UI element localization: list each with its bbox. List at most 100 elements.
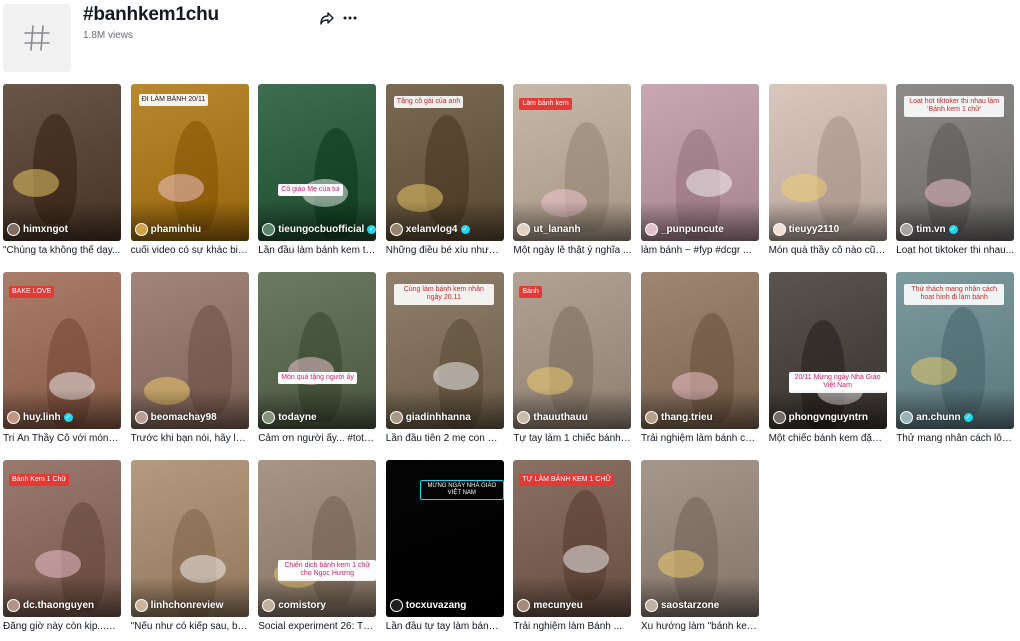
video-author[interactable]: tieungocbuofficial ✓ (262, 223, 377, 236)
video-caption[interactable]: cuối video có sự khác biệ... (131, 245, 249, 256)
video-thumbnail[interactable]: saostarzone (641, 460, 759, 617)
avatar (7, 411, 20, 424)
video-thumbnail[interactable]: Thử thách mang nhân cách hoạt hình đi là… (896, 272, 1015, 429)
video-author[interactable]: mecunyeu (517, 599, 583, 612)
video-caption[interactable]: Trước khi bạn nói, hãy lắn... (131, 433, 249, 444)
video-caption[interactable]: Lần đầu tiên 2 mẹ con Na... (386, 433, 504, 444)
video-caption[interactable]: Loạt hot tiktoker thi nhau... (896, 245, 1014, 256)
video-caption[interactable]: Những điều bé xíu nhưng... (386, 245, 504, 256)
video-author[interactable]: thauuthauu (517, 411, 588, 424)
video-thumbnail[interactable]: Cùng làm bánh kem nhân ngày 20.11 giadinh… (385, 272, 504, 429)
video-caption[interactable]: Thử mang nhân cách lôn... (896, 433, 1014, 444)
avatar (7, 223, 20, 236)
hashtag-icon (24, 25, 50, 51)
verified-badge-icon: ✓ (63, 413, 73, 422)
video-caption[interactable]: Xu hướng làm "bánh kem ... (641, 621, 759, 632)
video-thumbnail[interactable]: tieuyy2110 (768, 84, 887, 241)
video-thumbnail[interactable]: Bánh thauuthauu (513, 272, 632, 429)
video-overlay-text: TỰ LÀM BÁNH KEM 1 CHỮ (519, 474, 615, 487)
video-overlay-text: Thử thách mang nhân cách hoạt hình đi là… (904, 284, 1005, 305)
video-caption[interactable]: Lần đầu làm bánh kem ta... (258, 245, 376, 256)
video-author[interactable]: xelanvlog4 ✓ (389, 223, 470, 236)
video-caption[interactable]: Lần đầu tự tay làm bánh t... (386, 621, 504, 632)
video-thumbnail[interactable]: linhchonreview (130, 460, 249, 617)
hashtag-header: #banhkem1chu 1.8M views (0, 0, 1020, 80)
video-overlay-text: Bánh Kem 1 Chữ (9, 474, 70, 487)
video-thumbnail[interactable]: himxngot (3, 84, 121, 241)
video-thumbnail[interactable]: Cô giáo Mẹ của tui tieungocbuofficial ✓ (258, 84, 377, 241)
video-author[interactable]: tim.vn ✓ (900, 223, 958, 236)
video-author[interactable]: comistory (262, 599, 326, 612)
video-author[interactable]: phongvnguyntrn (772, 411, 869, 424)
share-button[interactable] (317, 8, 337, 28)
verified-badge-icon: ✓ (460, 225, 470, 234)
video-caption[interactable]: "Chúng ta không thể dạy... (3, 245, 121, 256)
video-caption[interactable]: Trải nghiệm làm bánh của... (641, 433, 759, 444)
more-button[interactable] (340, 8, 360, 28)
video-caption[interactable]: Món quà thầy cô nào cũn... (769, 245, 887, 256)
video-caption[interactable]: Đăng giờ này còn kịp...? ... (3, 621, 121, 632)
video-caption[interactable]: Một chiếc bánh kem đặc ... (769, 433, 887, 444)
video-caption[interactable]: Trải nghiệm làm Bánh ... (513, 621, 631, 632)
video-author[interactable]: tocxuvazang (389, 599, 466, 612)
video-author[interactable]: tieuyy2110 (772, 223, 839, 236)
video-caption[interactable]: "Nếu như có kiếp sau, bạ... (131, 621, 249, 632)
video-thumbnail[interactable]: Chiến dịch bánh kem 1 chữ cho Ngọc Hương… (258, 460, 377, 617)
author-username: phongvnguyntrn (788, 412, 869, 423)
verified-badge-icon: ✓ (948, 225, 958, 234)
avatar (645, 223, 658, 236)
video-thumbnail[interactable]: MỪNG NGÀY NHÀ GIÁO VIỆT NAM tocxuvazang (385, 460, 504, 617)
video-author[interactable]: _punpuncute (645, 223, 724, 236)
video-author[interactable]: beomachay98 (134, 411, 217, 424)
video-author[interactable]: thang.trieu (645, 411, 713, 424)
video-thumbnail[interactable]: _punpuncute (641, 84, 759, 241)
author-username: huy.linh (23, 412, 61, 423)
cake-shape (686, 169, 732, 197)
avatar (7, 599, 20, 612)
author-username: thauuthauu (533, 412, 588, 423)
video-author[interactable]: phaminhiu (134, 223, 201, 236)
video-author[interactable]: giadinhhanna (389, 411, 471, 424)
share-icon (320, 12, 334, 25)
avatar (772, 411, 786, 424)
author-username: beomachay98 (150, 412, 217, 423)
video-caption[interactable]: làm bánh ~ #fyp #dcgr ... (641, 245, 759, 256)
video-overlay-text: Cô giáo Mẹ của tui (278, 184, 343, 197)
video-thumbnail[interactable]: Bánh Kem 1 Chữ dc.thaonguyen (3, 460, 121, 617)
video-thumbnail[interactable]: Làm bánh kem ut_lananh (513, 84, 632, 241)
video-thumbnail[interactable]: thang.trieu (641, 272, 759, 429)
video-thumbnail[interactable]: BAKE LOVE huy.linh ✓ (3, 272, 121, 429)
video-author[interactable]: ut_lananh (517, 223, 581, 236)
author-username: himxngot (23, 224, 68, 235)
video-overlay-text: MỪNG NGÀY NHÀ GIÁO VIỆT NAM (419, 480, 504, 501)
video-caption[interactable]: Tri Ân Thầy Cô với món q... (3, 433, 121, 444)
video-caption[interactable]: Tự tay làm 1 chiếc bánh k... (513, 433, 631, 444)
video-thumbnail[interactable]: beomachay98 (130, 272, 249, 429)
video-thumbnail[interactable]: Loạt hot tiktoker thi nhau làm 'Bánh kem… (896, 84, 1015, 241)
video-author[interactable]: linhchonreview (134, 599, 223, 612)
video-thumbnail[interactable]: 20/11 Mừng ngày Nhà Giáo Việt Nam phongvn… (768, 272, 887, 429)
video-author[interactable]: himxngot (7, 223, 68, 236)
verified-badge-icon: ✓ (963, 413, 973, 422)
video-thumbnail[interactable]: Món quà tặng người ấy todayne (258, 272, 377, 429)
video-overlay-text: Làm bánh kem (519, 98, 572, 111)
avatar (262, 411, 276, 424)
author-username: thang.trieu (661, 412, 713, 423)
video-caption[interactable]: Một ngày lễ thật ý nghĩa ... (513, 245, 631, 256)
video-thumbnail[interactable]: TỰ LÀM BÁNH KEM 1 CHỮ mecunyeu (513, 460, 632, 617)
avatar (262, 223, 276, 236)
author-username: tieungocbuofficial (278, 224, 365, 235)
video-author[interactable]: huy.linh ✓ (7, 411, 73, 424)
video-author[interactable]: an.chunn ✓ (900, 411, 973, 424)
video-author[interactable]: saostarzone (645, 599, 719, 612)
verified-badge-icon: ✓ (367, 225, 377, 234)
video-author[interactable]: dc.thaonguyen (7, 599, 94, 612)
video-overlay-text: BAKE LOVE (9, 286, 55, 299)
video-author[interactable]: todayne (262, 411, 317, 424)
video-overlay-text: Loạt hot tiktoker thi nhau làm 'Bánh kem… (904, 96, 1005, 117)
video-caption[interactable]: Cảm ơn người ấy... #toto ... (258, 433, 376, 444)
avatar (772, 223, 786, 236)
video-thumbnail[interactable]: Tặng cô gái của anh xelanvlog4 ✓ (385, 84, 504, 241)
video-thumbnail[interactable]: ĐI LÀM BÁNH 20/11 phaminhiu (130, 84, 249, 241)
video-caption[interactable]: Social experiment 26: Th... (258, 621, 376, 632)
